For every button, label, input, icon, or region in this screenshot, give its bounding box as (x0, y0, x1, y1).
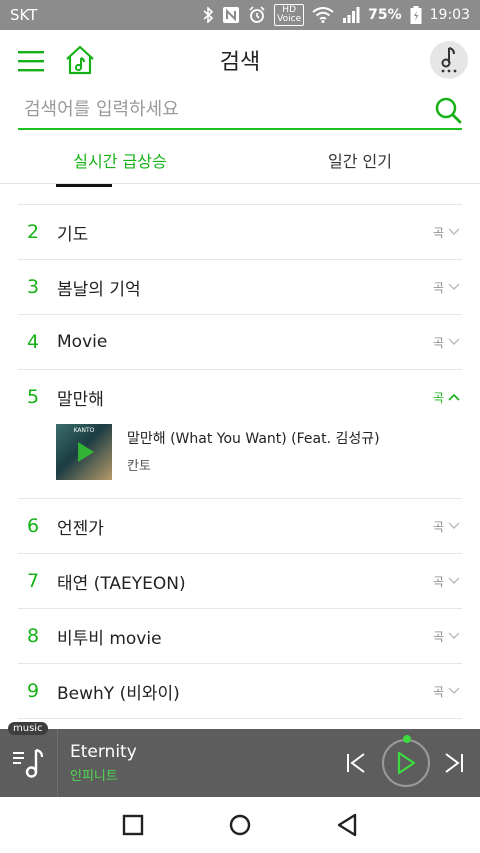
song-info: 말만해 (What You Want) (Feat. 김성규) 칸토 (127, 424, 380, 474)
keyword-label: 봄날의 기억 (57, 279, 141, 300)
list-item[interactable]: 2 기도 곡 (18, 204, 462, 259)
list-item[interactable]: 9 BewhY (비와이) 곡 (18, 663, 462, 718)
keyword-label: Movie (57, 332, 108, 352)
rank-number: 2 (26, 221, 40, 243)
type-tag: 곡 (432, 519, 444, 534)
list-item[interactable]: 4 Movie 곡 (18, 314, 462, 369)
type-tag: 곡 (432, 335, 444, 350)
play-overlay-icon[interactable] (70, 438, 98, 466)
clock: 19:03 (429, 7, 470, 23)
skip-next-icon (445, 753, 463, 773)
list-item[interactable]: 3 봄날의 기억 곡 (18, 259, 462, 314)
chevron-down-icon[interactable] (448, 338, 460, 346)
rank-number: 5 (26, 386, 40, 408)
status-bar: SKT HD Voice 75% 19:03 (0, 0, 480, 30)
recents-icon[interactable] (122, 814, 144, 836)
type-tag: 곡 (432, 629, 444, 644)
keyword-label: BewhY (비와이) (57, 683, 180, 704)
search-icon[interactable] (434, 96, 462, 124)
chevron-down-icon[interactable] (448, 577, 460, 585)
rank-number: 8 (26, 625, 40, 647)
list-divider (18, 718, 462, 719)
tab-daily[interactable]: 일간 인기 (240, 134, 480, 183)
chevron-down-icon[interactable] (448, 228, 460, 236)
tab-realtime[interactable]: 실시간 급상승 (0, 134, 240, 183)
list-item[interactable]: 8 비투비 movie 곡 (18, 608, 462, 663)
nfc-icon (223, 7, 240, 23)
play-icon (397, 751, 416, 775)
list-item[interactable]: 6 언젠가 곡 (18, 498, 462, 553)
keyword-label: 말만해 (57, 389, 104, 410)
rank-number: 6 (26, 515, 40, 537)
chevron-down-icon[interactable] (448, 283, 460, 291)
carrier-label: SKT (10, 6, 38, 24)
keyword-label: 태연 (TAEYEON) (57, 573, 186, 594)
wifi-icon (312, 7, 334, 23)
type-tag: 곡 (432, 390, 444, 405)
song-result[interactable]: KANTO 말만해 (What You Want) (Feat. 김성규) 칸토 (18, 424, 462, 498)
chevron-up-icon[interactable] (448, 393, 460, 401)
hd-voice-icon: HD Voice (274, 4, 305, 26)
type-tag: 곡 (432, 684, 444, 699)
now-playing-title: Eternity (70, 742, 137, 762)
album-art-text: KANTO (73, 427, 95, 434)
rank-number: 4 (26, 331, 40, 353)
alarm-icon (249, 6, 265, 23)
system-nav-bar (0, 797, 480, 853)
bluetooth-icon (203, 7, 214, 23)
status-dot (403, 735, 411, 743)
home-circle-icon[interactable] (228, 813, 252, 837)
now-playing-artist: 인피니트 (70, 769, 118, 784)
voice-text: Voice (277, 14, 302, 24)
keyword-label: 기도 (57, 224, 89, 245)
tab-indicator (56, 184, 112, 187)
keyword-label: 언젠가 (57, 518, 104, 539)
chart-tabs: 실시간 급상승 일간 인기 (0, 134, 480, 184)
skip-previous-icon (347, 753, 365, 773)
mini-player[interactable]: Eternity 인피니트 (0, 729, 480, 797)
music-tag: music (8, 722, 48, 735)
album-art[interactable]: KANTO (56, 424, 112, 480)
search-ranking-list: 2 기도 곡 3 봄날의 기억 곡 4 Movie 곡 5 말만해 곡 KANT… (18, 204, 462, 719)
app-header: 검색 (0, 30, 480, 90)
list-item[interactable]: 7 태연 (TAEYEON) 곡 (18, 553, 462, 608)
playlist-icon (12, 748, 43, 778)
search-bar (18, 92, 462, 130)
type-tag: 곡 (432, 280, 444, 295)
signal-icon (343, 7, 360, 23)
search-input[interactable] (18, 92, 418, 126)
type-tag: 곡 (432, 574, 444, 589)
status-icons: HD Voice 75% 19:03 (202, 4, 470, 26)
next-button[interactable] (440, 749, 468, 777)
rank-number: 3 (26, 276, 40, 298)
chevron-down-icon[interactable] (448, 522, 460, 530)
my-music-button[interactable] (430, 41, 468, 79)
song-title: 말만해 (What You Want) (Feat. 김성규) (127, 431, 380, 447)
battery-icon (410, 6, 422, 24)
chevron-down-icon[interactable] (448, 687, 460, 695)
keyword-label: 비투비 movie (57, 628, 162, 649)
previous-button[interactable] (342, 749, 370, 777)
type-tag: 곡 (432, 225, 444, 240)
music-note-icon (441, 47, 457, 73)
rank-number: 9 (26, 680, 40, 702)
back-icon[interactable] (336, 813, 358, 837)
song-artist: 칸토 (127, 459, 151, 474)
page-title: 검색 (219, 50, 261, 75)
battery-percent: 75% (368, 7, 402, 23)
now-playing[interactable]: Eternity 인피니트 (70, 742, 342, 784)
play-button[interactable] (382, 735, 430, 787)
chevron-down-icon[interactable] (448, 632, 460, 640)
list-item-expanded[interactable]: 5 말만해 곡 (18, 369, 462, 424)
playlist-button[interactable] (0, 729, 58, 797)
rank-number: 7 (26, 570, 40, 592)
